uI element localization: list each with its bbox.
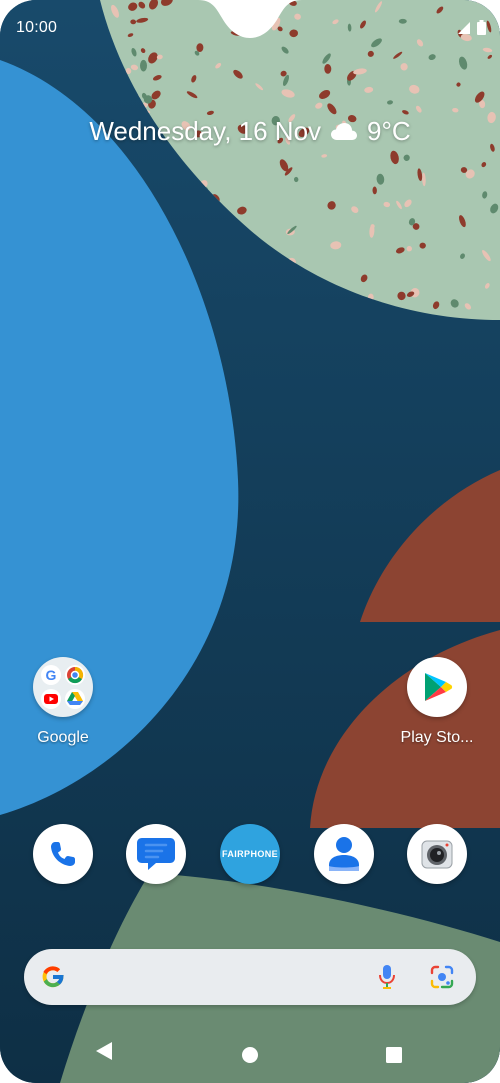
status-time: 10:00 bbox=[16, 19, 58, 36]
contacts-app[interactable] bbox=[314, 824, 374, 884]
google-search-bar[interactable] bbox=[24, 949, 476, 1005]
messages-icon bbox=[137, 838, 175, 870]
google-folder[interactable]: G Google bbox=[13, 657, 113, 747]
status-bar: 10:00 bbox=[0, 0, 500, 56]
fairphone-app[interactable]: FAIRPHONE bbox=[220, 824, 280, 884]
google-folder-icon: G bbox=[33, 657, 93, 717]
home-screen: 10:00 Wednesday, 16 Nov 9°C G Google Pla… bbox=[0, 0, 500, 1083]
svg-text:G: G bbox=[46, 667, 57, 683]
signal-icon bbox=[458, 21, 470, 34]
google-g-icon[interactable] bbox=[40, 964, 66, 990]
play-triangle-icon bbox=[425, 673, 453, 701]
cloud-icon bbox=[331, 122, 358, 140]
lens-icon[interactable] bbox=[430, 965, 454, 989]
phone-app[interactable] bbox=[33, 824, 93, 884]
glance-temperature[interactable]: 9°C bbox=[367, 116, 411, 147]
camera-icon bbox=[421, 840, 453, 869]
app-label-play-store: Play Sto... bbox=[400, 729, 474, 746]
back-icon[interactable] bbox=[95, 1041, 113, 1061]
wallpaper bbox=[0, 0, 500, 1083]
play-store-app[interactable]: Play Sto... bbox=[387, 657, 487, 747]
messages-app[interactable] bbox=[126, 824, 186, 884]
status-icons bbox=[457, 20, 486, 35]
battery-icon bbox=[477, 20, 486, 35]
home-icon[interactable] bbox=[241, 1046, 259, 1064]
phone-icon bbox=[51, 842, 75, 866]
microphone-icon[interactable] bbox=[378, 964, 396, 990]
folder-preview-icons: G bbox=[41, 665, 85, 709]
fairphone-icon: FAIRPHONE bbox=[221, 849, 279, 859]
recents-icon[interactable] bbox=[385, 1046, 403, 1064]
glance-date[interactable]: Wednesday, 16 Nov bbox=[89, 116, 321, 147]
contacts-icon bbox=[329, 837, 359, 871]
play-store-icon bbox=[407, 657, 467, 717]
camera-app[interactable] bbox=[407, 824, 467, 884]
at-a-glance-widget[interactable]: Wednesday, 16 Nov 9°C bbox=[0, 116, 500, 147]
app-label-google: Google bbox=[37, 729, 89, 746]
terrazzo-speckle bbox=[140, 59, 147, 72]
